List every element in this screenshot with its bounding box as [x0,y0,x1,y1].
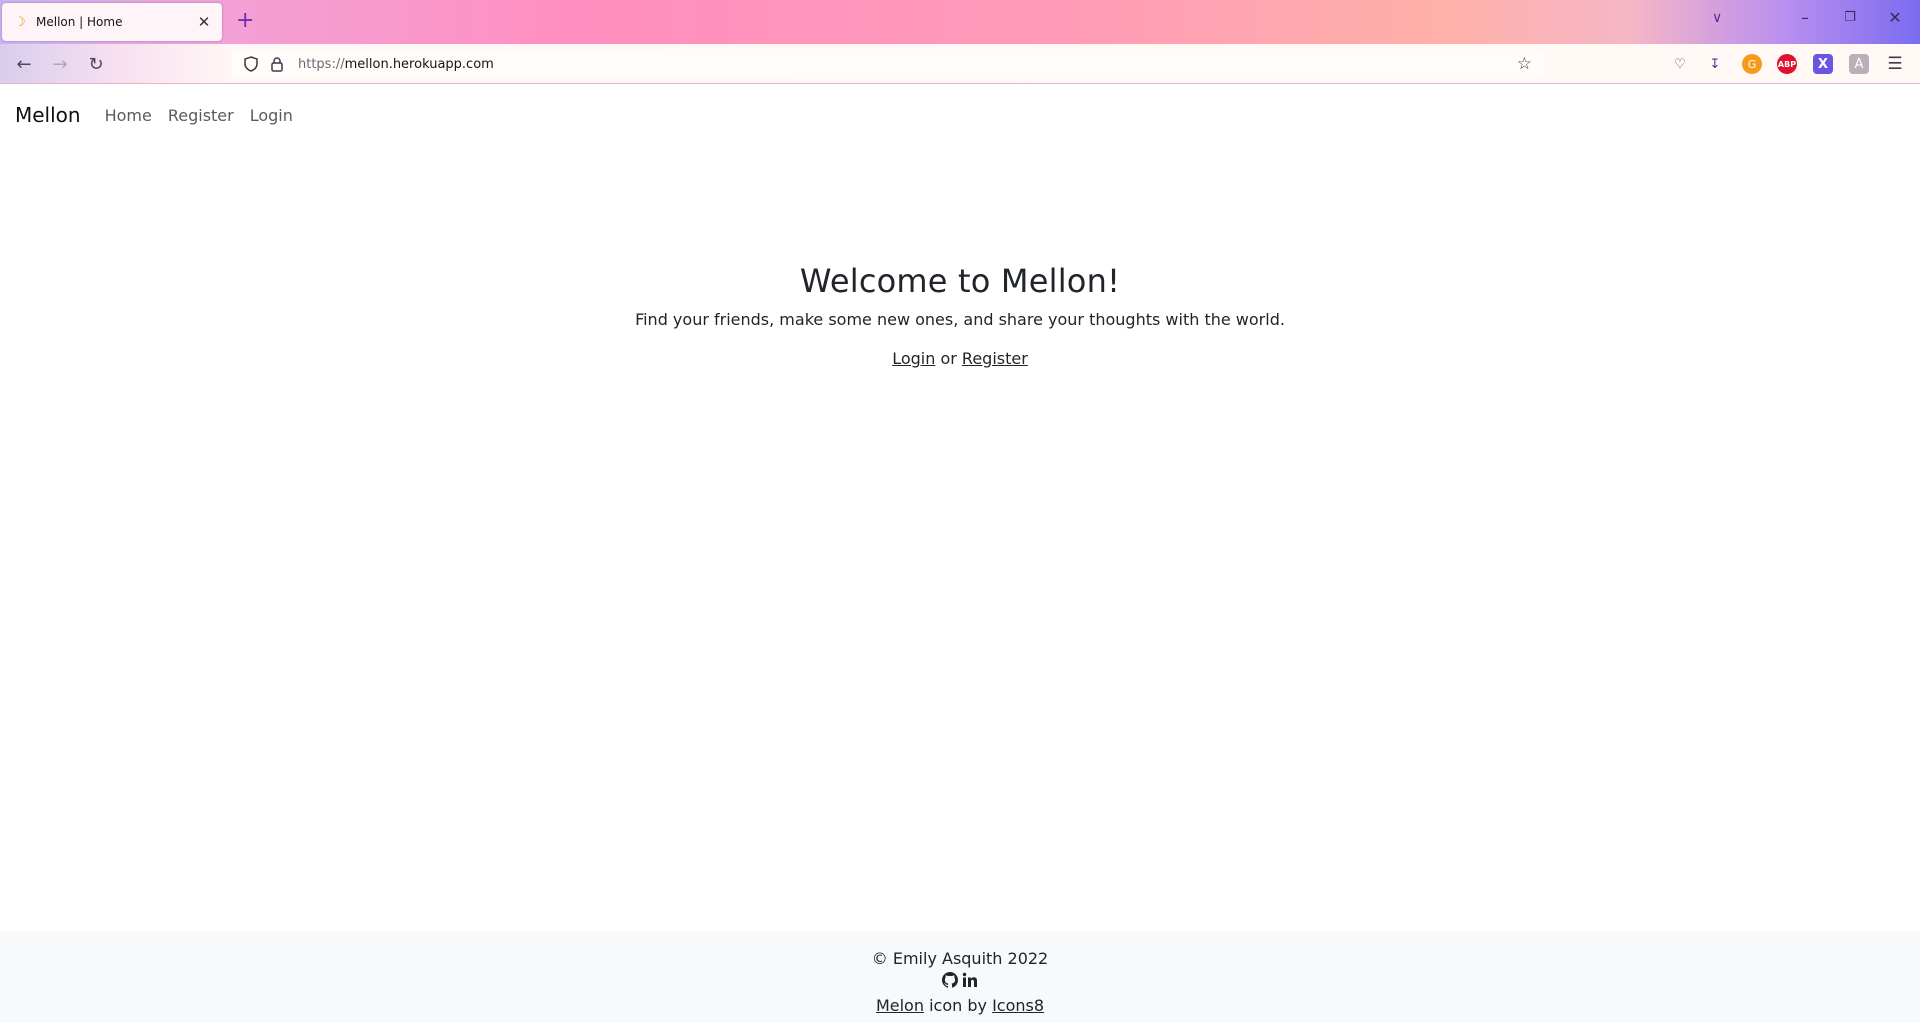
nav-link-register[interactable]: Register [168,106,234,125]
melon-favicon-icon: ☽ [14,14,26,30]
extension-orange-icon[interactable]: G [1742,54,1762,74]
browser-tab-strip: ☽ Mellon | Home ✕ + ∨ – ❐ ✕ [0,0,1920,44]
forward-arrow-icon[interactable]: → [48,52,72,76]
back-arrow-icon[interactable]: ← [12,52,36,76]
pocket-icon[interactable]: ♡ [1670,54,1690,74]
downloads-icon[interactable]: ↧ [1705,54,1725,74]
browser-tab-active[interactable]: ☽ Mellon | Home ✕ [2,3,222,41]
address-bar[interactable]: https://mellon.herokuapp.com ☆ [232,49,1544,79]
hero-tagline: Find your friends, make some new ones, a… [635,310,1285,329]
extension-grey-icon[interactable]: A [1849,54,1869,74]
adblock-plus-icon[interactable]: ABP [1777,54,1797,74]
nav-link-home[interactable]: Home [105,106,152,125]
app-menu-hamburger-icon[interactable]: ☰ [1885,54,1905,74]
tab-close-icon[interactable]: ✕ [196,13,212,31]
nav-link-login[interactable]: Login [250,106,293,125]
tracking-protection-shield-icon[interactable] [242,55,260,73]
minimize-window-icon[interactable]: – [1790,8,1820,27]
page-footer: © Emily Asquith 2022 Melon icon by Icons… [0,931,1920,1023]
page-title: Welcome to Mellon! [799,262,1121,300]
restore-window-icon[interactable]: ❐ [1835,10,1865,25]
bookmark-star-icon[interactable]: ☆ [1517,54,1532,74]
reload-icon[interactable]: ↻ [84,52,108,76]
browser-toolbar: ← → ↻ https://mellon.herokuapp.com ☆ ♡ ↧… [0,44,1920,84]
close-window-icon[interactable]: ✕ [1880,8,1910,27]
list-all-tabs-chevron-icon[interactable]: ∨ [1712,10,1722,26]
brand-logo-text[interactable]: Mellon [15,103,81,127]
social-icons [0,972,1920,992]
url-text[interactable]: https://mellon.herokuapp.com [298,57,494,72]
icons8-link[interactable]: Icons8 [992,996,1044,1015]
tab-title: Mellon | Home [36,15,123,29]
login-link[interactable]: Login [892,349,935,368]
icon-credit: Melon icon by Icons8 [0,996,1920,1015]
icon-by-text: icon by [929,996,987,1015]
github-icon[interactable] [942,972,959,992]
new-tab-plus-icon[interactable]: + [236,9,254,33]
hero-section: Welcome to Mellon! Find your friends, ma… [0,262,1920,368]
copyright-text: © Emily Asquith 2022 [871,949,1049,968]
auth-links: Login or Register [0,349,1920,368]
register-link[interactable]: Register [962,349,1028,368]
melon-icon-link[interactable]: Melon [876,996,924,1015]
extension-x-icon[interactable]: X [1813,54,1833,74]
linkedin-icon[interactable] [962,972,978,992]
padlock-icon[interactable] [268,55,286,73]
site-navbar: Mellon Home Register Login [0,85,1920,145]
or-text: or [940,349,957,368]
